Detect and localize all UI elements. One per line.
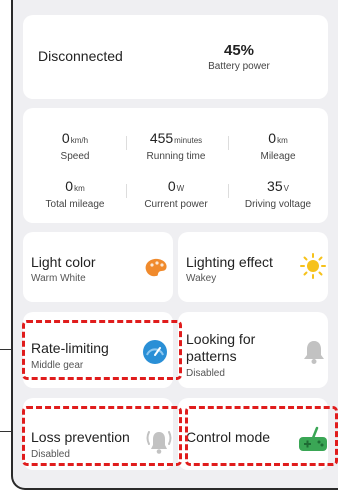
lighting-effect-title: Lighting effect [186,254,273,270]
stat-current-power-value: 0 [167,178,176,194]
stat-mileage: 0km Mileage [228,130,328,162]
stat-speed: 0km/h Speed [25,130,125,162]
stat-mileage-value: 0 [268,130,277,146]
control-mode-title: Control mode [186,429,271,445]
sun-icon [300,253,326,279]
stat-total-mileage: 0km Total mileage [25,178,125,210]
connection-status: Disconnected [38,48,123,64]
gamepad-icon [299,426,327,451]
light-color-tile[interactable]: Light color Warm White [23,232,173,302]
speedometer-icon [143,340,167,364]
stat-driving-voltage-label: Driving voltage [244,199,312,210]
stat-speed-unit: km/h [70,136,89,145]
battery-value: 45% [223,42,255,59]
stat-mileage-unit: km [277,136,288,145]
stat-mileage-label: Mileage [260,151,296,162]
looking-for-patterns-title-line1: Looking for [186,331,256,347]
loss-prevention-value: Disabled [31,449,70,460]
control-mode-tile[interactable]: Control mode [178,398,328,470]
rate-limiting-tile[interactable]: Rate-limiting Middle gear [23,312,173,388]
bell-icon [304,341,324,364]
lighting-effect-value: Wakey [186,273,217,284]
rate-limiting-title: Rate-limiting [31,340,109,356]
loss-prevention-title: Loss prevention [31,429,130,445]
connection-status-card: Disconnected 45% Battery power [23,15,328,99]
stat-current-power-unit: W [176,184,185,193]
stat-running-time-label: Running time [146,151,206,162]
palette-icon [145,258,167,277]
stat-driving-voltage: 35V Driving voltage [228,178,328,210]
ride-stats-card: 0km/h Speed 455minutes Running time 0km … [23,108,328,223]
looking-for-patterns-value: Disabled [186,368,225,379]
battery-label: Battery power [208,61,270,72]
stat-driving-voltage-unit: V [283,184,289,193]
stat-running-time-value: 455 [149,130,174,146]
alarm-icon [146,431,172,454]
looking-for-patterns-title-line2: patterns [186,348,237,364]
loss-prevention-tile[interactable]: Loss prevention Disabled [23,398,173,470]
stat-driving-voltage-value: 35 [267,178,283,194]
rate-limiting-value: Middle gear [31,360,84,371]
app-screen: Disconnected 45% Battery power 0km/h Spe… [11,0,338,490]
looking-for-patterns-tile[interactable]: Looking for patterns Disabled [178,312,328,388]
stat-running-time-unit: minutes [174,136,203,145]
stat-current-power-label: Current power [144,199,208,210]
stat-speed-label: Speed [60,151,90,162]
stat-running-time: 455minutes Running time [126,130,226,162]
lighting-effect-tile[interactable]: Lighting effect Wakey [178,232,328,302]
stat-total-mileage-unit: km [74,184,85,193]
stat-total-mileage-value: 0 [65,178,74,194]
stat-total-mileage-label: Total mileage [45,199,105,210]
light-color-value: Warm White [31,273,86,284]
stat-current-power: 0W Current power [126,178,226,210]
stat-speed-value: 0 [61,130,70,146]
light-color-title: Light color [31,254,96,270]
